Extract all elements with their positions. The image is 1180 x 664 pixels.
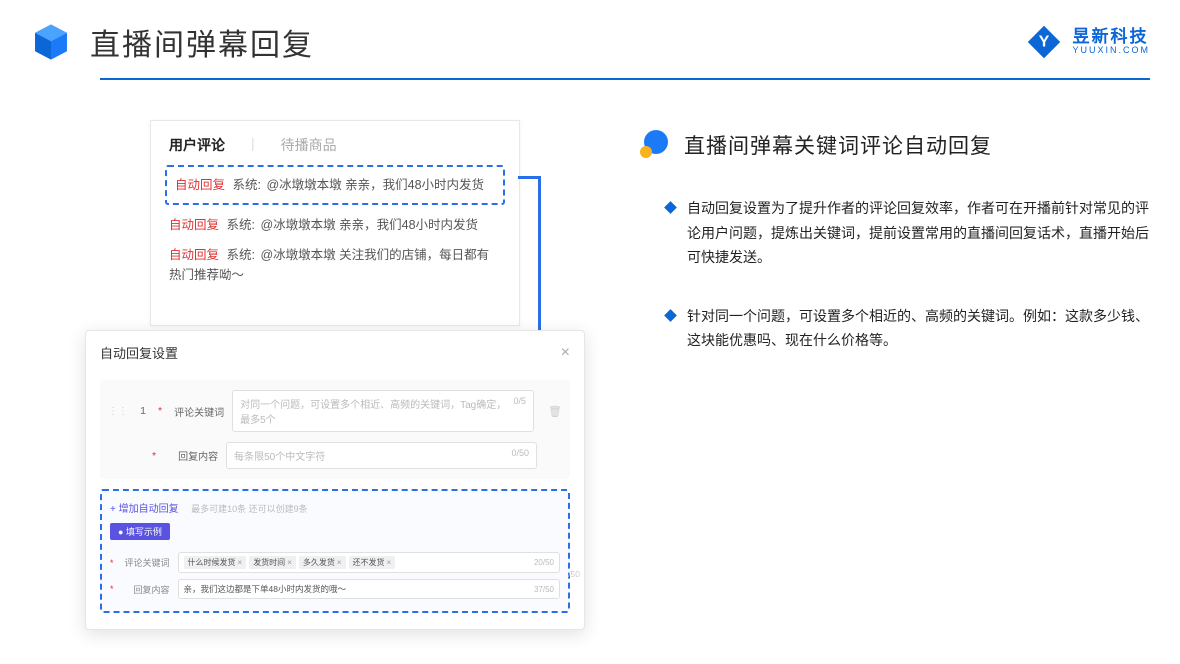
keyword-tag: 什么时候发货×: [184, 556, 247, 569]
comment-row: 自动回复 系统: @冰墩墩本墩 亲亲，我们48小时内发货: [169, 215, 501, 235]
diamond-icon: [664, 201, 677, 214]
add-auto-reply-link[interactable]: + 增加自动回复: [110, 500, 179, 515]
brand-name-en: YUUXIN.COM: [1072, 46, 1150, 56]
comments-tabs: 用户评论 | 待播商品: [169, 135, 501, 155]
auto-reply-badge: 自动回复: [169, 218, 219, 232]
keyword-label: 评论关键词: [170, 404, 224, 419]
ex-content-input[interactable]: 亲，我们这边都是下单48小时内发货的哦～ 37/50: [178, 579, 560, 599]
tab-user-comments[interactable]: 用户评论: [169, 135, 225, 155]
brand-logo-icon: Y: [1026, 24, 1062, 60]
comment-text: @冰墩墩本墩 亲亲，我们48小时内发货: [266, 178, 484, 192]
keyword-placeholder: 对同一个问题，可设置多个相近、高频的关键词，Tag确定，最多5个: [240, 396, 513, 426]
connector-line: [518, 176, 540, 179]
section-title: 直播间弹幕关键词评论自动回复: [640, 130, 1150, 160]
diamond-icon: [664, 309, 677, 322]
tab-divider: |: [251, 135, 255, 155]
bullet-text: 自动回复设置为了提升作者的评论回复效率，作者可在开播前针对常见的评论用户问题，提…: [687, 196, 1150, 270]
keyword-row: ⋮⋮ 1 * 评论关键词 对同一个问题，可设置多个相近、高频的关键词，Tag确定…: [108, 390, 562, 432]
brand-text: 昱新科技 YUUXIN.COM: [1072, 28, 1150, 57]
bullet-item: 自动回复设置为了提升作者的评论回复效率，作者可在开播前针对常见的评论用户问题，提…: [640, 196, 1150, 270]
slide-header: 直播间弹幕回复 Y 昱新科技 YUUXIN.COM: [0, 0, 1180, 64]
section-title-text: 直播间弹幕关键词评论自动回复: [684, 130, 992, 160]
required-star: *: [152, 450, 156, 462]
required-star: *: [110, 584, 114, 594]
brand-name-cn: 昱新科技: [1072, 28, 1150, 47]
content-placeholder: 每条限50个中文字符: [234, 448, 325, 463]
comment-row: 自动回复 系统: @冰墩墩本墩 亲亲，我们48小时内发货: [175, 175, 495, 195]
header-left: 直播间弹幕回复: [30, 20, 314, 64]
ex-keyword-label: 评论关键词: [122, 556, 170, 569]
ex-keyword-counter: 20/50: [534, 558, 554, 567]
comment-row: 自动回复 系统: @冰墩墩本墩 关注我们的店铺，每日都有热门推荐呦～: [169, 245, 501, 285]
system-label: 系统:: [227, 218, 255, 232]
content-counter: 0/50: [511, 448, 529, 463]
keyword-input[interactable]: 对同一个问题，可设置多个相近、高频的关键词，Tag确定，最多5个 0/5: [232, 390, 534, 432]
comments-card: 用户评论 | 待播商品 自动回复 系统: @冰墩墩本墩 亲亲，我们48小时内发货…: [150, 120, 520, 326]
drag-handle-icon[interactable]: ⋮⋮: [108, 406, 128, 417]
system-label: 系统:: [233, 178, 261, 192]
auto-reply-badge: 自动回复: [175, 178, 225, 192]
svg-text:Y: Y: [1039, 33, 1050, 50]
system-label: 系统:: [227, 248, 255, 262]
tab-pending-goods[interactable]: 待播商品: [281, 135, 337, 155]
highlighted-comment: 自动回复 系统: @冰墩墩本墩 亲亲，我们48小时内发货: [165, 165, 505, 205]
trash-icon[interactable]: 🗑: [548, 405, 562, 418]
keyword-tag: 还不发货×: [349, 556, 396, 569]
required-star: *: [110, 558, 114, 568]
content-row: * 回复内容 每条限50个中文字符 0/50: [108, 442, 562, 469]
keyword-counter: 0/5: [514, 396, 527, 426]
comment-text: @冰墩墩本墩 亲亲，我们48小时内发货: [260, 218, 478, 232]
ex-content-counter: 37/50: [534, 585, 554, 594]
example-content-row: * 回复内容 亲，我们这边都是下单48小时内发货的哦～ 37/50: [110, 579, 560, 599]
form-block: ⋮⋮ 1 * 评论关键词 对同一个问题，可设置多个相近、高频的关键词，Tag确定…: [100, 380, 570, 479]
add-hint: 最多可建10条 还可以创建9条: [191, 504, 308, 514]
example-badge: ● 填写示例: [110, 523, 170, 540]
bubble-icon: [640, 130, 670, 160]
ex-content-label: 回复内容: [122, 583, 170, 596]
example-highlight: + 增加自动回复 最多可建10条 还可以创建9条 ● 填写示例 * 评论关键词 …: [100, 489, 570, 613]
ex-keyword-input[interactable]: 什么时候发货× 发货时间× 多久发货× 还不发货× 20/50: [178, 552, 560, 573]
outer-counter: /50: [568, 569, 580, 579]
order-number: 1: [136, 405, 150, 417]
page-title: 直播间弹幕回复: [90, 20, 314, 64]
close-icon[interactable]: ×: [561, 344, 570, 362]
keyword-tag: 发货时间×: [249, 556, 296, 569]
auto-reply-badge: 自动回复: [169, 248, 219, 262]
content-label: 回复内容: [164, 448, 218, 463]
dialog-title: 自动回复设置: [100, 343, 178, 362]
keyword-tag: 多久发货×: [299, 556, 346, 569]
required-star: *: [158, 405, 162, 417]
content-input[interactable]: 每条限50个中文字符 0/50: [226, 442, 537, 469]
cube-icon: [30, 21, 72, 63]
right-column: 直播间弹幕关键词评论自动回复 自动回复设置为了提升作者的评论回复效率，作者可在开…: [640, 120, 1150, 387]
main: 用户评论 | 待播商品 自动回复 系统: @冰墩墩本墩 亲亲，我们48小时内发货…: [0, 80, 1180, 387]
dialog-header: 自动回复设置 ×: [100, 343, 570, 362]
bullet-text: 针对同一个问题，可设置多个相近的、高频的关键词。例如：这款多少钱、这块能优惠吗、…: [687, 304, 1150, 353]
ex-content-value: 亲，我们这边都是下单48小时内发货的哦～: [184, 583, 346, 595]
left-column: 用户评论 | 待播商品 自动回复 系统: @冰墩墩本墩 亲亲，我们48小时内发货…: [30, 120, 590, 387]
auto-reply-dialog: 自动回复设置 × ⋮⋮ 1 * 评论关键词 对同一个问题，可设置多个相近、高频的…: [85, 330, 585, 630]
brand: Y 昱新科技 YUUXIN.COM: [1026, 24, 1150, 60]
example-keyword-row: * 评论关键词 什么时候发货× 发货时间× 多久发货× 还不发货× 20/50: [110, 552, 560, 573]
bullet-item: 针对同一个问题，可设置多个相近的、高频的关键词。例如：这款多少钱、这块能优惠吗、…: [640, 304, 1150, 353]
